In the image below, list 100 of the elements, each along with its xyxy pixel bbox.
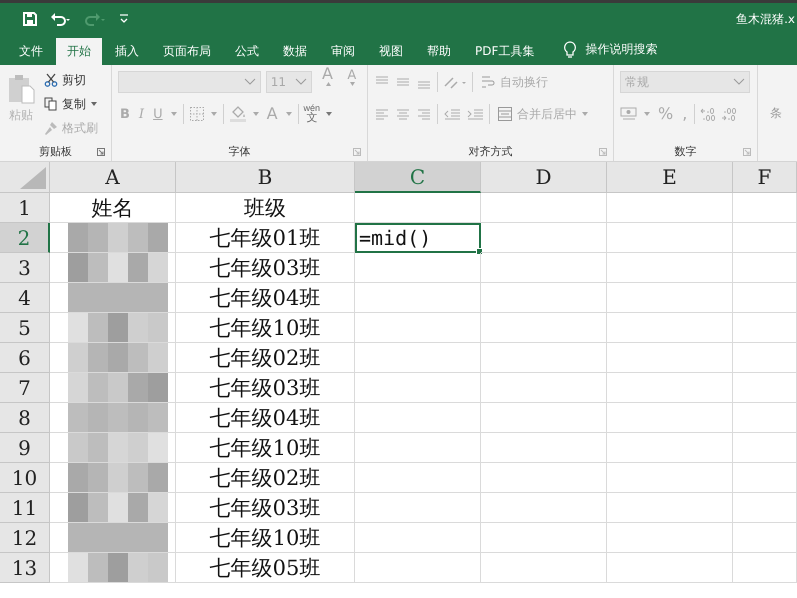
decrease-decimal-icon[interactable] [721, 106, 738, 122]
triangle-icon [20, 167, 46, 189]
empty-cell [733, 403, 797, 433]
align-center-icon[interactable] [395, 107, 411, 121]
table-cell-text: 姓名 [92, 194, 134, 222]
undo-icon[interactable] [50, 11, 72, 27]
empty-cell [733, 523, 797, 553]
column-header[interactable]: B [176, 162, 355, 193]
table-cell-text: 七年级03班 [210, 254, 320, 282]
select-all-corner[interactable] [0, 162, 50, 193]
column-header[interactable]: F [733, 162, 797, 193]
row-header[interactable]: 1 [0, 193, 50, 223]
column-header[interactable]: A [50, 162, 176, 193]
row-header[interactable]: 3 [0, 253, 50, 283]
dropdown-caret-icon[interactable] [284, 111, 293, 117]
row-header[interactable]: 9 [0, 433, 50, 463]
empty-cell [733, 373, 797, 403]
increase-decimal-icon[interactable] [700, 106, 716, 122]
group-label: 数字 [674, 144, 696, 158]
column-header[interactable]: D [481, 162, 607, 193]
table-cell-text: 七年级01班 [210, 224, 320, 252]
row-header[interactable]: 12 [0, 523, 50, 553]
dropdown-caret-icon[interactable] [210, 111, 218, 117]
table-cell-text: 七年级03班 [210, 374, 320, 402]
border-icon[interactable] [188, 106, 205, 122]
row-header[interactable]: 4 [0, 283, 50, 313]
column-header[interactable]: E [607, 162, 733, 193]
group-label: 剪贴板 [39, 144, 72, 158]
window-title: 鱼木混猪.x [736, 10, 796, 28]
copy-icon [44, 97, 58, 111]
caret-icon [90, 101, 98, 107]
empty-cell [733, 343, 797, 373]
table-cell-text: 七年级10班 [210, 314, 320, 342]
ribbon-tab[interactable]: 数据 [272, 38, 318, 65]
ribbon-tab[interactable]: 公式 [224, 38, 270, 65]
dialog-launcher-icon[interactable] [353, 148, 361, 156]
row-header[interactable]: 6 [0, 343, 50, 373]
empty-cell [733, 493, 797, 523]
font-name-combo[interactable] [118, 71, 261, 93]
empty-cell [733, 193, 797, 223]
copy-button[interactable]: 复制 [42, 93, 100, 115]
dropdown-caret-icon[interactable] [252, 111, 260, 117]
ribbon-tab[interactable]: 审阅 [320, 38, 366, 65]
row-header[interactable]: 10 [0, 463, 50, 493]
ribbon-tab[interactable]: 文件 [8, 38, 54, 65]
empty-cell [733, 553, 797, 583]
up-caret-icon [326, 82, 330, 86]
dialog-launcher-icon[interactable] [743, 148, 751, 156]
active-cell[interactable]: =mid() [355, 223, 481, 253]
save-icon[interactable] [22, 11, 38, 27]
group-label: 对齐方式 [468, 144, 512, 158]
currency-icon[interactable] [620, 106, 638, 122]
scissors-icon [44, 73, 58, 87]
increase-indent-icon[interactable] [466, 107, 484, 121]
empty-cell [733, 253, 797, 283]
phonetic-guide-button[interactable]: wén 文 [304, 104, 320, 124]
row-header[interactable]: 8 [0, 403, 50, 433]
tell-me-search[interactable]: 操作说明搜索 [585, 41, 658, 58]
ribbon-tab[interactable]: 插入 [104, 38, 150, 65]
column-header[interactable]: C [355, 162, 481, 193]
dropdown-caret-icon[interactable] [643, 111, 651, 117]
ribbon-tab[interactable]: 帮助 [416, 38, 462, 65]
ribbon-tab[interactable]: 开始 [56, 38, 102, 65]
fill-bucket-icon[interactable] [228, 106, 247, 122]
dialog-launcher-icon[interactable] [97, 148, 105, 156]
dropdown-caret-icon[interactable] [170, 111, 178, 117]
table-cell-text: 七年级04班 [210, 404, 320, 432]
row-header[interactable]: 7 [0, 373, 50, 403]
lightbulb-icon [563, 41, 578, 59]
row-header[interactable]: 13 [0, 553, 50, 583]
clipboard-icon [6, 73, 36, 105]
cut-button[interactable]: 剪切 [42, 69, 100, 91]
row-header[interactable]: 2 [0, 223, 50, 253]
caret-icon [295, 78, 308, 86]
dropdown-caret-icon[interactable] [325, 111, 334, 117]
empty-cell [733, 223, 797, 253]
empty-cell [733, 433, 797, 463]
row-header[interactable]: 11 [0, 493, 50, 523]
empty-cell [733, 313, 797, 343]
down-caret-icon [350, 82, 355, 86]
formula-text: =mid() [358, 226, 432, 250]
empty-cell [733, 283, 797, 313]
decrease-indent-icon[interactable] [443, 107, 461, 121]
redo-icon[interactable] [84, 11, 106, 27]
table-cell-text: 七年级05班 [210, 554, 320, 582]
table-cell-text: 班级 [244, 194, 286, 222]
align-right-icon[interactable] [416, 107, 432, 121]
caret-icon [733, 78, 745, 86]
table-cell-text: 七年级02班 [210, 344, 320, 372]
align-left-icon[interactable] [374, 107, 390, 121]
ribbon-tab[interactable]: 页面布局 [152, 38, 222, 65]
ribbon-tab[interactable]: 视图 [368, 38, 414, 65]
row-header[interactable]: 5 [0, 313, 50, 343]
table-cell-text: 七年级03班 [210, 494, 320, 522]
merge-cells-icon [497, 106, 513, 122]
ribbon-tab[interactable]: PDF工具集 [464, 38, 546, 65]
customize-caret-icon[interactable] [118, 13, 130, 25]
table-cell-text: 七年级04班 [210, 284, 320, 312]
dialog-launcher-icon[interactable] [599, 148, 607, 156]
table-cell-text: 七年级02班 [210, 464, 320, 492]
